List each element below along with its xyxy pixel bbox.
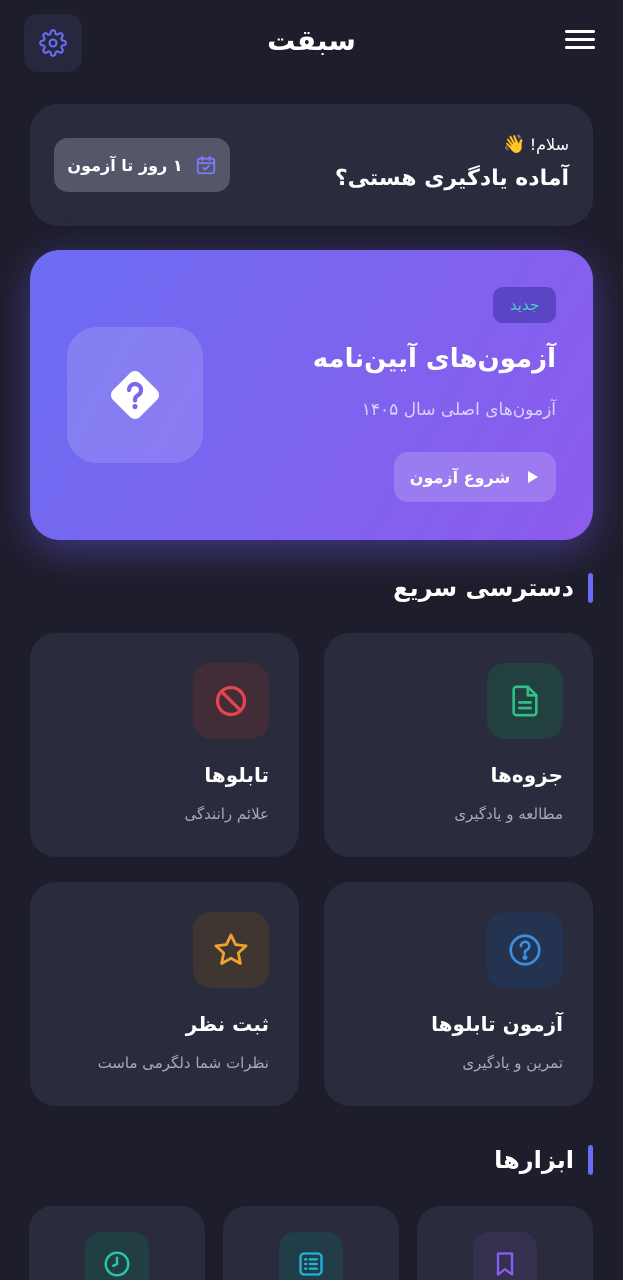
clock-icon xyxy=(104,1251,130,1277)
quick-access-header: دسترسی سریع xyxy=(393,572,593,604)
tile-signs-subtitle: علائم رانندگی xyxy=(184,805,269,823)
tile-feedback[interactable]: ثبت نظر نظرات شما دلگرمی ماست xyxy=(30,882,299,1106)
settings-button[interactable] xyxy=(24,14,82,72)
hero-title: آزمون‌های آیین‌نامه xyxy=(312,344,556,374)
gear-icon xyxy=(39,29,67,57)
home-screen: سبقت سلام! 👋 آماده یادگیری هستی؟ ۱ روز ت… xyxy=(0,0,623,1280)
prohibited-icon xyxy=(215,685,247,717)
star-icon xyxy=(214,933,248,965)
tile-notes-icon-box xyxy=(487,663,563,739)
list-icon xyxy=(299,1252,323,1276)
tool-list[interactable] xyxy=(223,1206,399,1280)
tile-notes-title: جزوه‌ها xyxy=(490,763,563,787)
question-diamond-icon xyxy=(111,371,159,419)
question-circle-icon xyxy=(509,934,541,966)
bookmark-icon xyxy=(496,1252,514,1276)
play-icon xyxy=(528,471,539,483)
hero-subtitle: آزمون‌های اصلی سال ۱۴۰۵ xyxy=(361,400,556,420)
tool-bookmarks-icon-box xyxy=(473,1232,537,1280)
tile-sign-quiz[interactable]: آزمون تابلوها تمرین و یادگیری xyxy=(324,882,593,1106)
tile-sign-quiz-subtitle: تمرین و یادگیری xyxy=(462,1054,563,1072)
tools-header: ابزارها xyxy=(494,1144,593,1176)
waving-hand-icon: 👋 xyxy=(503,134,526,155)
greeting-hello: سلام! 👋 xyxy=(503,134,569,155)
hero-exam-card[interactable]: جدید آزمون‌های آیین‌نامه آزمون‌های اصلی … xyxy=(30,250,593,540)
start-exam-label: شروع آزمون xyxy=(409,467,511,487)
document-icon xyxy=(512,685,538,717)
exam-countdown-label: ۱ روز تا آزمون xyxy=(67,155,183,175)
tile-signs-title: تابلوها xyxy=(204,763,269,787)
start-exam-button[interactable]: شروع آزمون xyxy=(394,452,556,502)
tools-title: ابزارها xyxy=(494,1146,574,1174)
tool-history-icon-box xyxy=(85,1232,149,1280)
tile-feedback-icon-box xyxy=(193,912,269,988)
greeting-question: آماده یادگیری هستی؟ xyxy=(334,166,569,191)
greeting-hello-text: سلام! xyxy=(529,135,569,154)
tile-sign-quiz-title: آزمون تابلوها xyxy=(431,1012,563,1036)
section-accent-bar xyxy=(588,1145,593,1175)
tile-feedback-title: ثبت نظر xyxy=(185,1012,269,1036)
section-accent-bar xyxy=(588,573,593,603)
app-title: سبقت xyxy=(267,24,356,57)
exam-countdown-button[interactable]: ۱ روز تا آزمون xyxy=(54,138,230,192)
tool-list-icon-box xyxy=(279,1232,343,1280)
tile-signs[interactable]: تابلوها علائم رانندگی xyxy=(30,633,299,857)
tile-notes-subtitle: مطالعه و یادگیری xyxy=(454,805,563,823)
tool-bookmarks[interactable] xyxy=(417,1206,593,1280)
greeting-card: سلام! 👋 آماده یادگیری هستی؟ ۱ روز تا آزم… xyxy=(30,104,593,226)
tile-sign-quiz-icon-box xyxy=(487,912,563,988)
new-badge: جدید xyxy=(493,287,556,323)
tile-signs-icon-box xyxy=(193,663,269,739)
tool-history[interactable] xyxy=(29,1206,205,1280)
hero-icon-box xyxy=(67,327,203,463)
app-header: سبقت xyxy=(24,14,599,72)
quick-access-title: دسترسی سریع xyxy=(393,574,574,602)
tile-notes[interactable]: جزوه‌ها مطالعه و یادگیری xyxy=(324,633,593,857)
calendar-check-icon xyxy=(196,155,215,175)
tile-feedback-subtitle: نظرات شما دلگرمی ماست xyxy=(97,1054,269,1072)
